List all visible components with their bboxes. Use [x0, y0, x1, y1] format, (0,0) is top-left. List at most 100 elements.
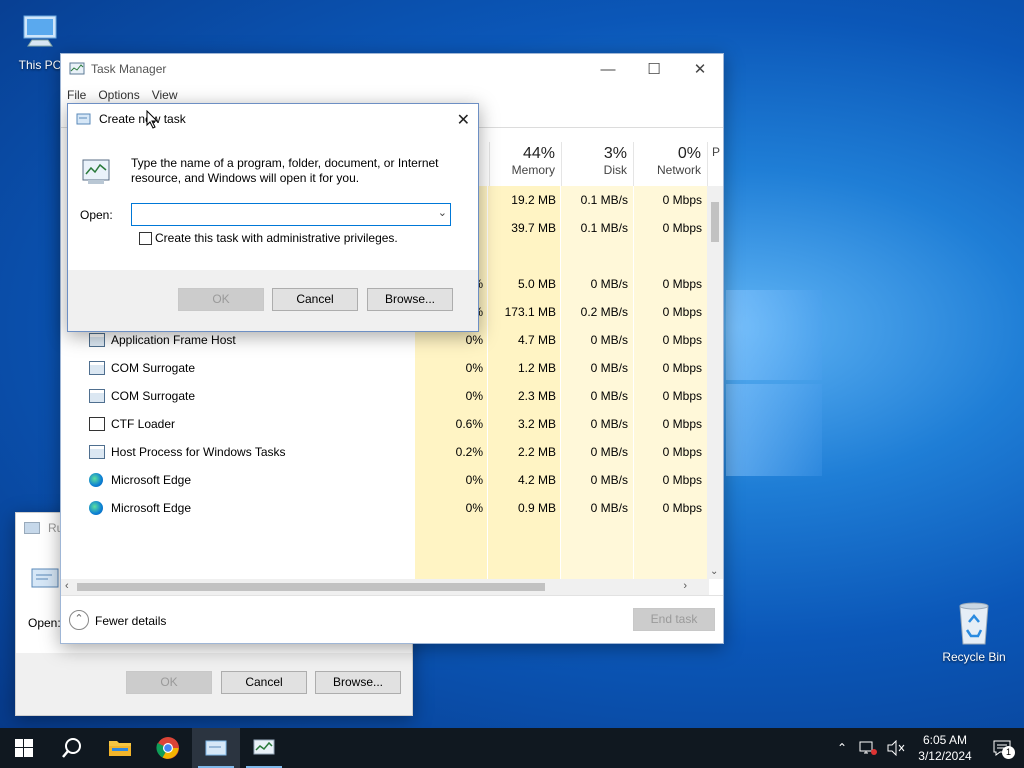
cancel-button[interactable]: Cancel [272, 288, 358, 311]
admin-checkbox-label[interactable]: Create this task with administrative pri… [155, 231, 398, 245]
fewer-details-link[interactable]: Fewer details [95, 614, 166, 628]
window-controls: — ☐ ✕ [585, 54, 723, 84]
task-manager-footer: ⌃ Fewer details End task [61, 595, 723, 643]
menu-view[interactable]: View [152, 88, 178, 102]
table-row[interactable]: COM Surrogate 0% 2.3 MB 0 MB/s 0 Mbps [61, 382, 709, 410]
mouse-cursor-icon [146, 110, 159, 129]
column-header-power[interactable]: P [707, 142, 723, 186]
chevron-up-icon[interactable]: ⌃ [830, 741, 854, 755]
process-net: 0 Mbps [662, 333, 702, 347]
run-ok-button[interactable]: OK [126, 671, 212, 694]
taskbar-run[interactable] [192, 728, 240, 768]
start-button[interactable] [0, 728, 48, 768]
process-disk: 0 MB/s [590, 473, 628, 487]
clock[interactable]: 6:05 AM 3/12/2024 [910, 732, 980, 764]
table-row[interactable]: CTF Loader 0.6% 3.2 MB 0 MB/s 0 Mbps [61, 410, 709, 438]
scroll-down-icon[interactable]: ⌄ [710, 566, 718, 577]
horizontal-scroll-thumb[interactable] [77, 583, 545, 591]
run-open-label: Open: [28, 616, 61, 630]
process-disk: 0.1 MB/s [580, 193, 628, 207]
action-center-button[interactable]: 1 [980, 728, 1024, 768]
run-browse-button[interactable]: Browse... [315, 671, 401, 694]
process-disk: 0 MB/s [590, 361, 628, 375]
menu-file[interactable]: File [67, 88, 86, 102]
process-net: 0 Mbps [662, 389, 702, 403]
browse-button[interactable]: Browse... [367, 288, 453, 311]
process-icon [89, 361, 105, 375]
minimize-icon[interactable]: — [585, 54, 631, 84]
table-row[interactable]: Microsoft Edge 0% 4.2 MB 0 MB/s 0 Mbps [61, 466, 709, 494]
chevron-up-icon[interactable]: ⌃ [69, 610, 89, 630]
close-icon[interactable]: ✕ [457, 110, 470, 130]
open-combobox[interactable]: ⌄ [131, 203, 451, 226]
process-net: 0 Mbps [662, 501, 702, 515]
clock-time: 6:05 AM [922, 733, 968, 747]
windows-logo-pane [726, 290, 822, 380]
run-program-icon [31, 568, 59, 588]
close-icon[interactable]: ✕ [677, 54, 723, 84]
process-cpu: 0% [465, 361, 483, 375]
process-net: 0 Mbps [662, 361, 702, 375]
process-disk: 0.1 MB/s [580, 221, 628, 235]
process-name: Host Process for Windows Tasks [111, 445, 286, 459]
column-header-memory[interactable]: 44% Memory [489, 142, 561, 186]
volume-muted-icon[interactable] [886, 740, 906, 756]
process-mem: 0.9 MB [517, 501, 556, 515]
process-mem: 39.7 MB [511, 221, 556, 235]
open-label: Open: [80, 208, 113, 222]
process-net: 0 Mbps [662, 221, 702, 235]
table-row[interactable]: Host Process for Windows Tasks 0.2% 2.2 MB… [61, 438, 709, 466]
disk-label: Disk [603, 163, 627, 177]
process-mem: 2.3 MB [517, 389, 556, 403]
process-mem: 4.2 MB [517, 473, 556, 487]
dialog-footer: OK Cancel Browse... [68, 270, 478, 331]
process-name: CTF Loader [111, 417, 176, 431]
process-disk: 0.2 MB/s [580, 305, 628, 319]
horizontal-scrollbar[interactable]: ‹ › [61, 579, 709, 595]
run-cancel-button[interactable]: Cancel [221, 671, 307, 694]
process-disk: 0 MB/s [590, 333, 628, 347]
table-row[interactable]: COM Surrogate 0% 1.2 MB 0 MB/s 0 Mbps [61, 354, 709, 382]
windows-logo-pane [726, 384, 822, 476]
create-new-task-dialog: Create new task ✕ Type the name of a pro… [67, 103, 479, 332]
maximize-icon[interactable]: ☐ [631, 54, 677, 84]
run-icon [24, 522, 40, 534]
edge-icon [89, 501, 103, 515]
column-header-network[interactable]: 0% Network [633, 142, 707, 186]
task-manager-icon [253, 739, 275, 755]
process-net: 0 Mbps [662, 277, 702, 291]
scroll-left-icon[interactable]: ‹ [65, 580, 69, 592]
process-name: Application Frame Host [111, 333, 236, 347]
search-button[interactable] [48, 728, 96, 768]
task-manager-title: Task Manager [91, 62, 167, 76]
taskbar-file-explorer[interactable] [96, 728, 144, 768]
end-task-button[interactable]: End task [633, 608, 715, 631]
taskbar-chrome[interactable] [144, 728, 192, 768]
menu-options[interactable]: Options [98, 88, 139, 102]
process-name: COM Surrogate [111, 361, 196, 375]
memory-label: Memory [511, 163, 555, 177]
process-cpu: 0% [465, 333, 483, 347]
column-header-disk[interactable]: 3% Disk [561, 142, 633, 186]
vertical-scroll-thumb[interactable] [711, 202, 719, 242]
process-name: COM Surrogate [111, 389, 196, 403]
dialog-titlebar: Create new task [68, 104, 478, 134]
scroll-right-icon[interactable]: › [683, 580, 687, 592]
table-row[interactable]: Microsoft Edge 0% 0.9 MB 0 MB/s 0 Mbps [61, 494, 709, 522]
ok-button[interactable]: OK [178, 288, 264, 311]
process-cpu: 0% [465, 501, 483, 515]
admin-checkbox[interactable] [139, 232, 152, 245]
disk-percent: 3% [603, 145, 627, 162]
chevron-down-icon[interactable]: ⌄ [438, 206, 447, 219]
process-disk: 0 MB/s [590, 445, 628, 459]
process-disk: 0 MB/s [590, 501, 628, 515]
desktop-icon-recycle-bin[interactable]: Recycle Bin [936, 600, 1012, 664]
windows-logo-icon [15, 739, 33, 757]
folder-icon [109, 741, 131, 756]
open-input[interactable] [132, 204, 427, 225]
network-icon[interactable] [858, 740, 878, 756]
taskbar-task-manager[interactable] [240, 728, 288, 768]
memory-percent: 44% [522, 145, 555, 162]
vertical-scrollbar[interactable]: ⌄ [707, 186, 723, 579]
process-icon [89, 445, 105, 459]
